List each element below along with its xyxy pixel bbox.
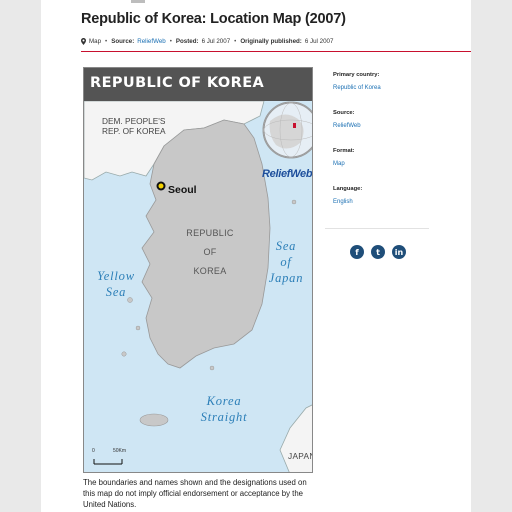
map-header: REPUBLIC OF KOREA <box>84 68 312 101</box>
label-republic-of-korea: REPUBLIC OF KOREA <box>186 228 234 276</box>
meta-type: Map <box>89 38 102 45</box>
meta-published-date: 6 Jul 2007 <box>304 38 334 45</box>
meta-published-label: Originally published: <box>240 38 302 45</box>
japan-landmass <box>279 404 312 472</box>
meta-separator: • <box>169 38 172 45</box>
map-pin-icon <box>81 38 86 45</box>
scale-zero-label: 0 <box>92 448 95 454</box>
reliefweb-logo: ReliefWeb <box>262 168 313 180</box>
map-disclaimer: The boundaries and names shown and the d… <box>83 478 307 509</box>
primary-country-label: Primary country: <box>333 72 380 78</box>
sidebar: Primary country: Republic of Korea Sourc… <box>333 72 439 224</box>
meta-source-link[interactable]: ReliefWeb <box>137 38 165 45</box>
meta-posted-date: 6 Jul 2007 <box>201 38 231 45</box>
title-divider <box>81 51 471 52</box>
label-sea-of-japan: Sea of Japan <box>268 239 304 285</box>
scale-km-label: 50Km <box>113 448 127 454</box>
label-dprk: DEM. PEOPLE'S REP. OF KOREA <box>102 116 166 136</box>
language-label: Language: <box>333 186 363 192</box>
page-title: Republic of Korea: Location Map (2007) <box>81 11 346 27</box>
meta-source-label: Source: <box>111 38 135 45</box>
label-seoul: Seoul <box>168 184 197 196</box>
language-link[interactable]: English <box>333 199 439 205</box>
primary-country-link[interactable]: Republic of Korea <box>333 85 439 91</box>
scale-bar <box>93 459 123 465</box>
sidebar-divider <box>325 228 429 229</box>
top-bar-stub <box>131 0 145 3</box>
format-label: Format: <box>333 148 355 154</box>
sidebar-source-link[interactable]: ReliefWeb <box>333 123 439 129</box>
jeju-island <box>139 413 169 427</box>
capital-marker <box>156 181 166 191</box>
meta-separator: • <box>105 38 108 45</box>
meta-line: Map • Source: ReliefWeb • Posted: 6 Jul … <box>81 38 333 45</box>
location-map-image[interactable]: REPUBLIC OF KOREA DEM. PEOPLE'S REP. OF … <box>83 67 313 473</box>
meta-posted-label: Posted: <box>175 38 199 45</box>
globe-icon <box>263 102 312 158</box>
map-header-title: REPUBLIC OF KOREA <box>90 75 265 91</box>
format-link[interactable]: Map <box>333 161 439 167</box>
social-share: f t in <box>350 245 406 259</box>
label-japan: JAPAN <box>288 451 313 461</box>
label-yellow-sea: Yellow Sea <box>97 269 135 299</box>
label-korea-strait: Korea Straight <box>200 394 248 424</box>
facebook-icon[interactable]: f <box>350 245 364 259</box>
linkedin-icon[interactable]: in <box>392 245 406 259</box>
sidebar-source-label: Source: <box>333 110 355 116</box>
twitter-icon[interactable]: t <box>371 245 385 259</box>
meta-separator: • <box>234 38 237 45</box>
